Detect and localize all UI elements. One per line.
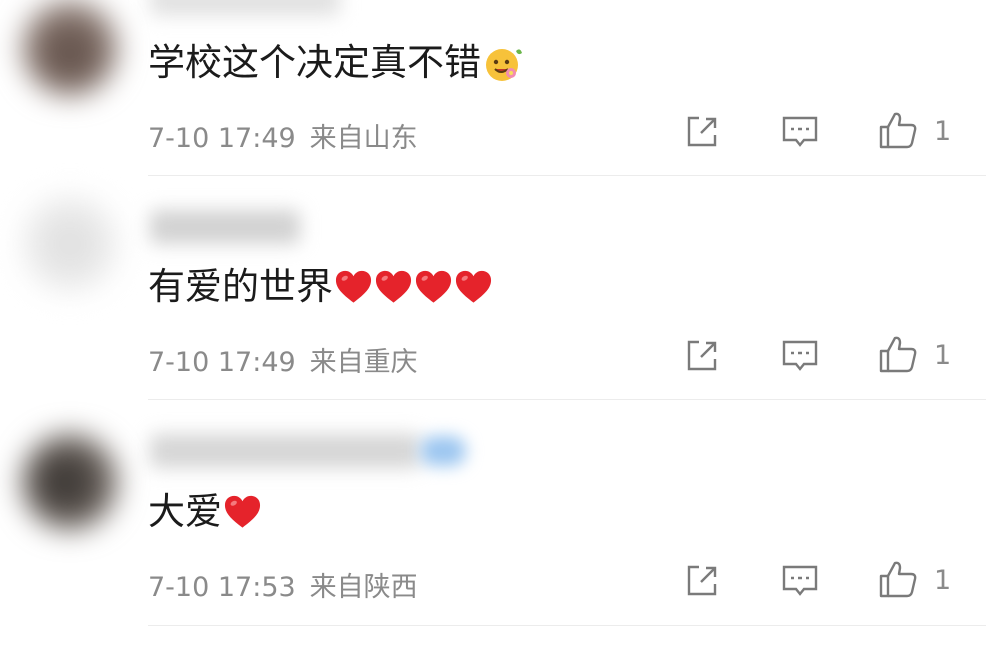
comment-time: 7-10 17:49	[148, 347, 296, 378]
avatar[interactable]	[22, 196, 118, 292]
username-blurred[interactable]	[150, 0, 340, 16]
heart-emoji-group	[333, 269, 493, 305]
comment-location: 来自陕西	[309, 572, 418, 603]
divider	[148, 175, 986, 176]
thumbs-up-icon	[879, 112, 917, 149]
red-heart-emoji	[335, 270, 372, 303]
share-icon	[687, 565, 717, 596]
share-button[interactable]	[682, 112, 722, 152]
comment-time: 7-10 17:53	[148, 572, 296, 603]
share-icon	[687, 340, 717, 371]
comment-text: 学校这个决定真不错	[148, 40, 523, 86]
thumbs-up-icon	[879, 561, 917, 598]
comment-text-value: 大爱	[148, 490, 222, 533]
comment-location: 来自重庆	[309, 347, 418, 378]
red-heart-emoji	[375, 270, 412, 303]
like-count: 1	[934, 565, 952, 596]
divider	[148, 399, 986, 400]
comment-text: 大爱	[148, 489, 262, 535]
reply-icon	[782, 565, 818, 596]
like-button[interactable]	[878, 110, 918, 150]
reply-icon	[782, 340, 818, 371]
avatar[interactable]	[22, 0, 118, 96]
reply-button[interactable]	[780, 561, 820, 601]
comment-text-value: 有爱的世界	[148, 265, 333, 308]
username-blurred[interactable]	[150, 210, 300, 244]
like-button[interactable]	[878, 559, 918, 599]
like-count: 1	[934, 340, 952, 371]
reply-button[interactable]	[780, 112, 820, 152]
share-button[interactable]	[682, 336, 722, 376]
verified-badge	[420, 436, 466, 466]
username-blurred[interactable]	[150, 434, 420, 468]
share-button[interactable]	[682, 561, 722, 601]
red-heart-emoji	[415, 270, 452, 303]
comment-meta: 7-10 17:49 来自重庆	[148, 340, 418, 379]
smiling-face-with-flower-emoji	[486, 49, 522, 81]
share-icon	[687, 116, 717, 147]
comment-text-value: 学校这个决定真不错	[148, 41, 481, 84]
comment-meta: 7-10 17:49 来自山东	[148, 116, 418, 155]
reply-button[interactable]	[780, 336, 820, 376]
red-heart-emoji	[455, 270, 492, 303]
avatar[interactable]	[22, 434, 118, 530]
comment-meta: 7-10 17:53 来自陕西	[148, 565, 418, 604]
like-count: 1	[934, 116, 952, 147]
reply-icon	[782, 116, 818, 147]
like-button[interactable]	[878, 334, 918, 374]
comment-location: 来自山东	[309, 123, 418, 154]
comment-text: 有爱的世界	[148, 264, 493, 310]
thumbs-up-icon	[879, 336, 917, 373]
red-heart-emoji	[224, 495, 261, 528]
comment-time: 7-10 17:49	[148, 123, 296, 154]
divider	[148, 625, 986, 626]
